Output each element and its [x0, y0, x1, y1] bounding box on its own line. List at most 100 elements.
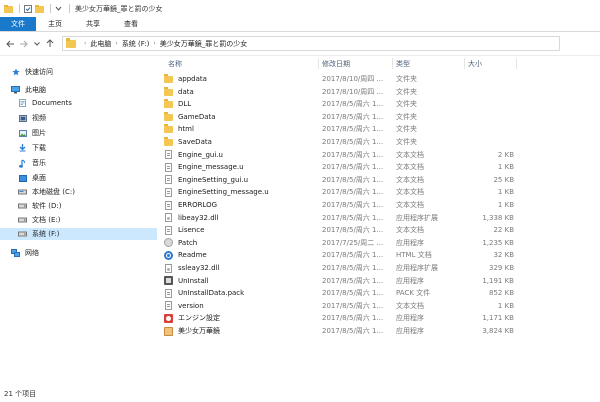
sidebar-item-music[interactable]: 音乐	[0, 157, 157, 169]
file-size: 25 KB	[493, 175, 514, 184]
column-header-size[interactable]: 大小	[468, 57, 482, 70]
table-row[interactable]: DLL 2017/8/5/周六 1... 文件夹	[164, 98, 514, 110]
dll-icon	[165, 213, 172, 223]
tab-file[interactable]: 文件	[0, 17, 36, 31]
checkbox-icon[interactable]	[23, 4, 32, 13]
file-date: 2017/8/5/周六 1...	[322, 314, 384, 323]
file-date: 2017/8/5/周六 1...	[322, 276, 384, 285]
table-row[interactable]: Engine_gui.u 2017/8/5/周六 1... 文本文档 2 KB	[164, 149, 514, 161]
file-date: 2017/8/10/周四 ...	[322, 75, 384, 83]
recent-locations-button[interactable]	[30, 37, 43, 51]
table-row[interactable]: version 2017/8/5/周六 1... 文本文档 1 KB	[164, 300, 514, 312]
forward-button[interactable]	[17, 37, 30, 51]
sidebar-item-drive-f[interactable]: 系统 (F:)	[0, 228, 157, 240]
sidebar-item-drive-c[interactable]: 本地磁盘 (C:)	[0, 186, 157, 198]
sidebar-item-drive-d[interactable]: 软件 (D:)	[0, 200, 157, 212]
column-divider[interactable]	[516, 58, 517, 69]
sidebar-item-label: 视频	[32, 114, 46, 122]
table-row[interactable]: html 2017/8/5/周六 1... 文件夹	[164, 123, 514, 135]
file-type: 文本文档	[396, 188, 424, 197]
folder-icon	[164, 99, 173, 109]
file-name-cell: Lisence	[164, 225, 318, 235]
chevron-down-icon[interactable]	[54, 4, 63, 13]
file-date: 2017/8/5/周六 1...	[322, 201, 384, 209]
table-row[interactable]: appdata 2017/8/10/周四 ... 文件夹	[164, 73, 514, 85]
table-row[interactable]: SaveData 2017/8/5/周六 1... 文件夹	[164, 136, 514, 148]
file-name-cell: Engine_gui.u	[164, 150, 318, 160]
table-row[interactable]: エンジン設定 2017/8/5/周六 1... 应用程序 1,171 KB	[164, 312, 514, 324]
file-date: 2017/8/5/周六 1...	[322, 251, 384, 260]
game-icon	[164, 326, 173, 336]
file-size: 32 KB	[493, 251, 514, 260]
file-name: DLL	[178, 100, 192, 109]
file-size: 2 KB	[497, 150, 514, 159]
file-name-cell: UnInstallData.pack	[164, 288, 318, 298]
column-header-date[interactable]: 修改日期	[322, 57, 350, 70]
file-name: Engine_gui.u	[178, 150, 223, 159]
back-button[interactable]	[4, 37, 17, 51]
tab-home[interactable]: 主页	[36, 17, 74, 31]
star-icon	[11, 68, 20, 76]
file-size: 3,824 KB	[482, 327, 514, 335]
sidebar-item-network[interactable]: 网络	[0, 247, 157, 259]
file-type: HTML 文档	[396, 251, 432, 260]
breadcrumb-current-folder[interactable]: 美少女万華鏡_罪と罰の少女	[160, 39, 248, 49]
table-row[interactable]: Patch 2017/7/25/周二 ... 应用程序 1,235 KB	[164, 237, 514, 249]
download-icon	[18, 144, 27, 152]
sidebar-item-desktop[interactable]: 桌面	[0, 172, 157, 184]
sidebar-item-quick-access[interactable]: 快速访问	[0, 66, 157, 78]
new-folder-icon[interactable]	[35, 4, 44, 13]
file-name: EngineSetting_message.u	[178, 188, 269, 197]
table-row[interactable]: Readme 2017/8/5/周六 1... HTML 文档 32 KB	[164, 249, 514, 261]
file-name: UnInstall	[178, 276, 209, 285]
file-type: 文本文档	[396, 163, 424, 172]
column-header-name[interactable]: 名称	[168, 57, 182, 70]
tab-view[interactable]: 查看	[112, 17, 150, 31]
column-header-type[interactable]: 类型	[396, 57, 410, 70]
file-type: 应用程序	[396, 238, 424, 247]
table-row[interactable]: EngineSetting_gui.u 2017/8/5/周六 1... 文本文档 2…	[164, 174, 514, 186]
column-divider[interactable]	[318, 58, 319, 69]
address-input[interactable]: › 此电脑 › 系统 (F:) › 美少女万華鏡_罪と罰の少女	[62, 36, 560, 51]
up-button[interactable]	[43, 37, 56, 51]
table-row[interactable]: UnInstall 2017/8/5/周六 1... 应用程序 1,191 KB	[164, 275, 514, 287]
file-name-cell: EngineSetting_gui.u	[164, 175, 318, 185]
table-row[interactable]: 美少女万華鏡 2017/8/5/周六 1... 应用程序 3,824 KB	[164, 325, 514, 337]
table-row[interactable]: Lisence 2017/8/5/周六 1... 文本文档 22 KB	[164, 224, 514, 236]
breadcrumb-this-pc[interactable]: 此电脑	[90, 39, 111, 49]
table-row[interactable]: ssleay32.dll 2017/8/5/周六 1... 应用程序扩展 329 KB	[164, 262, 514, 274]
table-row[interactable]: GameData 2017/8/5/周六 1... 文件夹	[164, 111, 514, 123]
sidebar-item-label: 此电脑	[25, 86, 46, 94]
sidebar-item-downloads[interactable]: 下载	[0, 142, 157, 154]
separator	[50, 4, 51, 13]
file-date: 2017/8/5/周六 1...	[322, 163, 384, 172]
file-type: 应用程序	[396, 276, 424, 285]
table-row[interactable]: ERRORLOG 2017/8/5/周六 1... 文本文档 1 KB	[164, 199, 514, 211]
sidebar-item-label: 桌面	[32, 174, 46, 182]
file-name-cell: DLL	[164, 99, 318, 109]
file-type: 文件夹	[396, 138, 417, 146]
sidebar-item-videos[interactable]: 视频	[0, 112, 157, 124]
chevron-right-icon: ›	[115, 40, 118, 47]
table-row[interactable]: libeay32.dll 2017/8/5/周六 1... 应用程序扩展 1,338 …	[164, 212, 514, 224]
column-divider[interactable]	[464, 58, 465, 69]
sidebar-item-documents[interactable]: Documents	[0, 97, 157, 109]
column-divider[interactable]	[392, 58, 393, 69]
table-row[interactable]: Engine_message.u 2017/8/5/周六 1... 文本文档 1 KB	[164, 161, 514, 173]
table-row[interactable]: EngineSetting_message.u 2017/8/5/周六 1... 文…	[164, 186, 514, 198]
file-name: SaveData	[178, 138, 212, 146]
table-row[interactable]: data 2017/8/10/周四 ... 文件夹	[164, 86, 514, 98]
file-date: 2017/8/5/周六 1...	[322, 264, 384, 272]
sidebar-item-drive-e[interactable]: 文档 (E:)	[0, 214, 157, 226]
table-row[interactable]: UnInstallData.pack 2017/8/5/周六 1... PACK 文…	[164, 287, 514, 299]
sidebar-item-pictures[interactable]: 图片	[0, 127, 157, 139]
sidebar-item-this-pc[interactable]: 此电脑	[0, 84, 157, 96]
file-size: 852 KB	[489, 289, 514, 298]
breadcrumb-drive-f[interactable]: 系统 (F:)	[122, 39, 150, 49]
address-bar: › 此电脑 › 系统 (F:) › 美少女万華鏡_罪と罰の少女	[0, 32, 600, 56]
tab-share[interactable]: 共享	[74, 17, 112, 31]
file-date: 2017/8/5/周六 1...	[322, 289, 384, 298]
navigation-pane: 快速访问 此电脑 Documents 视频 图片 下载 音乐 桌面 本地磁盘 (…	[0, 57, 157, 382]
documents-icon	[18, 99, 27, 107]
network-icon	[11, 249, 20, 257]
